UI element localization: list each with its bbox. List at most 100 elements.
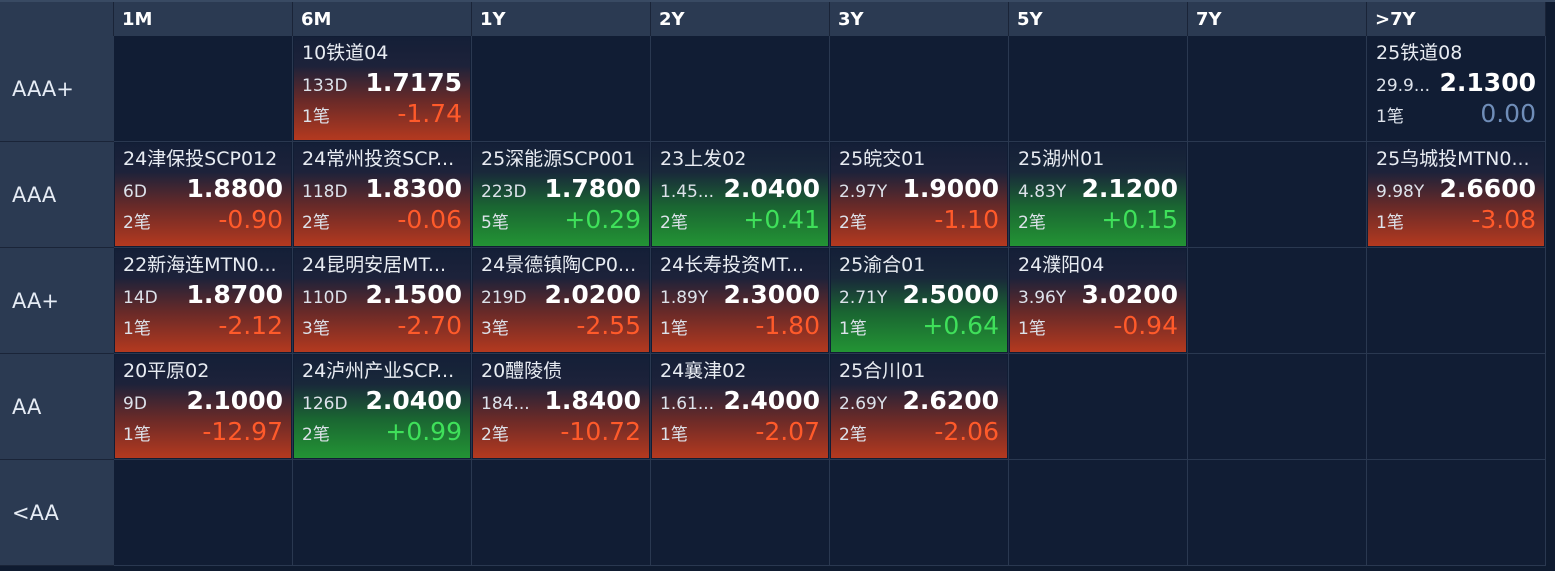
bond-yield: 1.7175 [365, 68, 462, 97]
column-header[interactable]: >7Y [1367, 2, 1546, 36]
bond-card[interactable]: 20平原02 9D 2.1000 1笔 -12.97 [115, 355, 291, 458]
trade-count: 1笔 [302, 107, 330, 127]
bond-card[interactable]: 24津保投SCP012 6D 1.8800 2笔 -0.90 [115, 143, 291, 246]
trade-count: 2笔 [1018, 213, 1046, 233]
bond-term-yield-row: 3.96Y 3.0200 [1018, 279, 1178, 310]
bond-card[interactable]: 24襄津02 1.61... 2.4000 1笔 -2.07 [652, 355, 828, 458]
header-corner [0, 2, 114, 36]
bond-count-change-row: 1笔 -1.80 [660, 310, 820, 341]
trade-count: 3笔 [481, 319, 509, 339]
rating-row-label: AA+ [0, 248, 114, 354]
rating-row-label: AAA+ [0, 36, 114, 142]
bond-card[interactable]: 25乌城投MTN0... 9.98Y 2.6600 1笔 -3.08 [1368, 143, 1544, 246]
bond-card[interactable]: 25合川01 2.69Y 2.6200 2笔 -2.06 [831, 355, 1007, 458]
bond-count-change-row: 1笔 -2.12 [123, 310, 283, 341]
bond-term: 9D [123, 394, 147, 414]
column-header[interactable]: 1M [114, 2, 293, 36]
bp-change: -1.74 [397, 99, 462, 128]
bond-card[interactable]: 24濮阳04 3.96Y 3.0200 1笔 -0.94 [1010, 249, 1186, 352]
trade-count: 1笔 [1376, 213, 1404, 233]
bond-name: 25乌城投MTN0... [1376, 148, 1530, 170]
column-header[interactable]: 2Y [651, 2, 830, 36]
bond-count-change-row: 2笔 +0.15 [1018, 204, 1178, 235]
bond-count-change-row: 1笔 -1.74 [302, 98, 462, 129]
bond-card[interactable]: 10铁道04 133D 1.7175 1笔 -1.74 [294, 37, 470, 140]
bond-count-change-row: 2笔 -10.72 [481, 416, 641, 447]
rating-row-label: AAA [0, 142, 114, 248]
bond-card[interactable]: 25铁道08 29.9... 2.1300 1笔 0.00 [1368, 37, 1544, 140]
matrix-cell [830, 460, 1009, 566]
column-header[interactable]: 3Y [830, 2, 1009, 36]
matrix-cell: 24濮阳04 3.96Y 3.0200 1笔 -0.94 [1009, 248, 1188, 354]
matrix-cell: 22新海连MTN0... 14D 1.8700 1笔 -2.12 [114, 248, 293, 354]
matrix-cell [472, 36, 651, 142]
trade-count: 3笔 [302, 319, 330, 339]
bond-term-yield-row: 4.83Y 2.1200 [1018, 173, 1178, 204]
bond-yield: 2.1500 [365, 280, 462, 309]
bond-card[interactable]: 25湖州01 4.83Y 2.1200 2笔 +0.15 [1010, 143, 1186, 246]
bond-card[interactable]: 24泸州产业SCP... 126D 2.0400 2笔 +0.99 [294, 355, 470, 458]
bond-term-yield-row: 110D 2.1500 [302, 279, 462, 310]
column-header[interactable]: 6M [293, 2, 472, 36]
bond-yield: 1.8400 [544, 386, 641, 415]
bond-card[interactable]: 25深能源SCP001 223D 1.7800 5笔 +0.29 [473, 143, 649, 246]
bond-term-yield-row: 9D 2.1000 [123, 385, 283, 416]
bond-term-yield-row: 133D 1.7175 [302, 67, 462, 98]
bond-term-yield-row: 1.45... 2.0400 [660, 173, 820, 204]
trade-count: 2笔 [481, 425, 509, 445]
bond-card[interactable]: 20醴陵债 184... 1.8400 2笔 -10.72 [473, 355, 649, 458]
bond-yield: 2.4000 [723, 386, 820, 415]
bp-change: -1.80 [755, 311, 820, 340]
bond-term-yield-row: 2.69Y 2.6200 [839, 385, 999, 416]
matrix-cell [1009, 36, 1188, 142]
bond-count-change-row: 2笔 -0.06 [302, 204, 462, 235]
matrix-cell [651, 460, 830, 566]
bond-card[interactable]: 24常州投资SCP... 118D 1.8300 2笔 -0.06 [294, 143, 470, 246]
bond-card[interactable]: 22新海连MTN0... 14D 1.8700 1笔 -2.12 [115, 249, 291, 352]
trade-count: 1笔 [1018, 319, 1046, 339]
matrix-cell [1009, 354, 1188, 460]
bond-term-yield-row: 2.97Y 1.9000 [839, 173, 999, 204]
bond-card[interactable]: 24景德镇陶CP0... 219D 2.0200 3笔 -2.55 [473, 249, 649, 352]
bp-change: -2.12 [218, 311, 283, 340]
matrix-cell: 24长寿投资MT... 1.89Y 2.3000 1笔 -1.80 [651, 248, 830, 354]
column-header[interactable]: 5Y [1009, 2, 1188, 36]
bond-card[interactable]: 23上发02 1.45... 2.0400 2笔 +0.41 [652, 143, 828, 246]
bond-yield: 1.7800 [544, 174, 641, 203]
bond-yield: 2.1300 [1439, 68, 1536, 97]
trade-count: 1笔 [660, 319, 688, 339]
column-header[interactable]: 1Y [472, 2, 651, 36]
matrix-cell: 24昆明安居MT... 110D 2.1500 3笔 -2.70 [293, 248, 472, 354]
bond-name: 24景德镇陶CP0... [481, 254, 637, 276]
matrix-cell [1188, 354, 1367, 460]
rating-row-label: <AA [0, 460, 114, 566]
bond-name: 25皖交01 [839, 148, 926, 170]
bond-name: 25铁道08 [1376, 42, 1463, 64]
bond-count-change-row: 2笔 -2.06 [839, 416, 999, 447]
bp-change: -2.06 [934, 417, 999, 446]
bond-card[interactable]: 25渝合01 2.71Y 2.5000 1笔 +0.64 [831, 249, 1007, 352]
bond-term: 2.69Y [839, 394, 888, 414]
bp-change: -0.94 [1113, 311, 1178, 340]
trade-count: 1笔 [1376, 107, 1404, 127]
bond-term-yield-row: 184... 1.8400 [481, 385, 641, 416]
bond-card[interactable]: 24昆明安居MT... 110D 2.1500 3笔 -2.70 [294, 249, 470, 352]
bond-count-change-row: 1笔 -3.08 [1376, 204, 1536, 235]
matrix-cell: 25渝合01 2.71Y 2.5000 1笔 +0.64 [830, 248, 1009, 354]
matrix-cell [293, 460, 472, 566]
bp-change: -12.97 [202, 417, 283, 446]
trade-count: 2笔 [839, 425, 867, 445]
bp-change: -10.72 [560, 417, 641, 446]
column-header[interactable]: 7Y [1188, 2, 1367, 36]
bond-name: 23上发02 [660, 148, 747, 170]
trade-count: 5笔 [481, 213, 509, 233]
bond-card[interactable]: 25皖交01 2.97Y 1.9000 2笔 -1.10 [831, 143, 1007, 246]
bond-name: 24昆明安居MT... [302, 254, 447, 276]
matrix-cell [1367, 248, 1546, 354]
matrix-cell: 24泸州产业SCP... 126D 2.0400 2笔 +0.99 [293, 354, 472, 460]
bond-term-yield-row: 118D 1.8300 [302, 173, 462, 204]
bond-yield: 2.1200 [1081, 174, 1178, 203]
bond-term: 2.71Y [839, 288, 888, 308]
bond-card[interactable]: 24长寿投资MT... 1.89Y 2.3000 1笔 -1.80 [652, 249, 828, 352]
matrix-cell [1188, 142, 1367, 248]
